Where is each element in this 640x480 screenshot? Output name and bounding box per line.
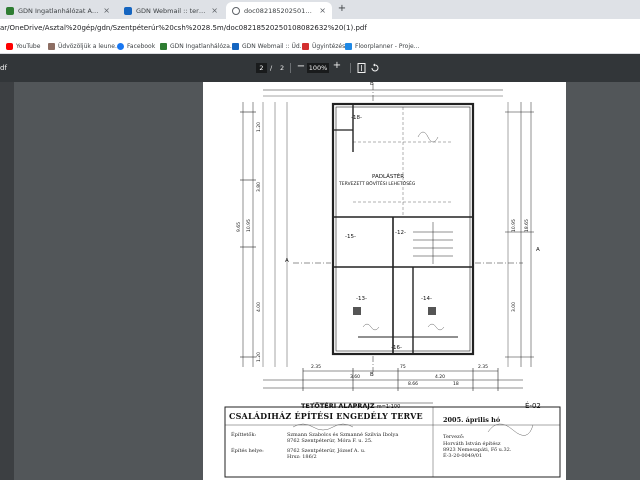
document-title: CSALÁDIHÁZ ÉPÍTÉSI ENGEDÉLY TERVE	[229, 411, 423, 421]
room-label-13: -13-	[356, 296, 367, 302]
rotate-icon[interactable]	[370, 63, 380, 73]
builder-label: Építtetők:	[231, 432, 257, 438]
toolbar-divider	[290, 63, 291, 73]
zoom-in-button[interactable]: +	[332, 60, 342, 71]
sheet-code: É-02	[525, 402, 541, 410]
close-icon[interactable]: ×	[319, 6, 326, 15]
site-value-line: Hrsz: 186/2	[287, 454, 317, 460]
designer-value: Horváth István építész 8923 Nemesapáti, …	[443, 441, 511, 459]
page-separator: /	[270, 64, 273, 72]
tab-title: doc08218520250108082632.pdf	[244, 6, 315, 15]
dim-bottom: 2.35	[311, 365, 322, 370]
bookmark-gdn-webmail[interactable]: GDN Webmail :: Üd...	[232, 41, 305, 52]
bookmark-label: GDN Ingatlanhálóza...	[170, 43, 236, 50]
site-value: 8762 Szentpéterúr, József A. u. Hrsz: 18…	[287, 448, 366, 460]
facebook-icon	[117, 43, 124, 50]
section-marker-b-top: B	[370, 82, 374, 87]
mail-favicon-icon	[232, 43, 239, 50]
tab-title: GDN Webmail :: tervrajz	[136, 6, 208, 15]
dim-bottom: 2.35	[478, 365, 489, 370]
youtube-icon	[6, 43, 13, 50]
dim-left: 1.20	[257, 351, 262, 362]
dim-bottom: 3.60	[350, 375, 361, 380]
room-label-12: -12-	[395, 230, 406, 236]
document-date: 2005. április hó	[443, 416, 501, 424]
plan-title-text: TETŐTÉRI ALAPRAJZ	[301, 402, 375, 410]
plan-title: TETŐTÉRI ALAPRAJZ m=1:100	[301, 402, 400, 410]
dim-right: 10.95	[512, 219, 517, 232]
dim-left: 4.00	[257, 301, 262, 312]
bookmark-ugyintezes[interactable]: Ügyintézés	[302, 41, 345, 52]
thumbnail-sidebar	[0, 82, 14, 480]
bookmark-label: YouTube	[16, 43, 41, 50]
tab-title: GDN Ingatlanhálózat Admin fe	[18, 6, 99, 15]
tab-gdn-webmail[interactable]: GDN Webmail :: tervrajz ×	[118, 2, 224, 19]
bookmark-floorplanner[interactable]: Floorplanner - Proje...	[345, 41, 419, 52]
dim-bottom: 75	[400, 365, 406, 370]
dim-left: 10.95	[247, 219, 252, 232]
bookmark-gdn-ingatlan[interactable]: GDN Ingatlanhálóza...	[160, 41, 236, 52]
builder-value: Szmann Szabolcs és Szmanné Szilvia Iboly…	[287, 432, 398, 444]
page-total: 2	[280, 64, 285, 72]
bookmark-label: GDN Webmail :: Üd...	[242, 43, 306, 50]
close-icon[interactable]: ×	[103, 6, 110, 15]
bookmark-label: Floorplanner - Proje...	[355, 43, 420, 50]
close-icon[interactable]: ×	[211, 6, 218, 15]
site-label: Építés helye:	[231, 448, 264, 454]
mail-favicon-icon	[124, 6, 132, 15]
site-icon	[48, 43, 55, 50]
fit-to-page-icon[interactable]	[357, 63, 366, 73]
builder-value-line: 8762 Szentpéterúr, Móra F. u. 25.	[287, 438, 373, 444]
pdf-page: PADLÁSTÉR TERVEZETT BŐVÍTÉSI LEHETŐSÉG -…	[203, 82, 566, 480]
zoom-level-input[interactable]: 100%	[307, 63, 329, 73]
globe-icon	[232, 6, 240, 15]
bookmark-udvozoljuk[interactable]: Üdvözöljük a leune...	[48, 41, 121, 52]
designer-value-line: É-3-20-0049/01	[443, 453, 483, 459]
gdn-favicon-icon	[160, 43, 167, 50]
room-label-14: -14-	[421, 296, 432, 302]
dim-bottom: 8.66	[408, 382, 419, 387]
zoom-out-button[interactable]: −	[296, 61, 306, 72]
designer-label: Tervező:	[443, 434, 465, 440]
address-bar[interactable]: ar/OneDrive/Asztal%20gép/gdn/Szentpéterú…	[0, 19, 640, 39]
gdn-favicon-icon	[6, 6, 14, 15]
bookmarks-bar: YouTube Üdvözöljük a leune... Facebook G…	[0, 39, 640, 54]
section-marker-a-right: A	[536, 247, 540, 253]
tab-gdn-admin[interactable]: GDN Ingatlanhálózat Admin fe ×	[0, 2, 116, 19]
tab-strip: GDN Ingatlanhálózat Admin fe × GDN Webma…	[0, 0, 640, 19]
dim-right: 18.65	[525, 219, 530, 232]
site-icon	[302, 43, 309, 50]
section-marker-b-bottom: B	[370, 372, 374, 378]
floorplanner-icon	[345, 43, 352, 50]
room-attic-note: TERVEZETT BŐVÍTÉSI LEHETŐSÉG	[339, 182, 416, 187]
room-label-15: -15-	[345, 234, 356, 240]
dim-bottom: 4.20	[435, 375, 446, 380]
new-tab-button[interactable]: +	[336, 3, 348, 15]
pdf-viewer[interactable]: PADLÁSTÉR TERVEZETT BŐVÍTÉSI LEHETŐSÉG -…	[0, 82, 640, 480]
bookmark-label: Üdvözöljük a leune...	[58, 43, 121, 50]
pdf-toolbar: df 2 / 2 − 100% +	[0, 54, 640, 82]
dim-left: 1.20	[257, 121, 262, 132]
dim-left: 9.65	[237, 221, 242, 232]
room-label-16: -16-	[391, 345, 402, 351]
url-text: ar/OneDrive/Asztal%20gép/gdn/Szentpéterú…	[0, 24, 367, 32]
plan-scale: m=1:100	[376, 404, 401, 410]
bookmark-youtube[interactable]: YouTube	[6, 41, 40, 52]
tab-pdf[interactable]: doc08218520250108082632.pdf ×	[226, 2, 332, 19]
bookmark-label: Facebook	[127, 43, 156, 50]
room-label-18: -18-	[351, 115, 362, 121]
pdf-file-name: df	[0, 64, 7, 72]
bookmark-facebook[interactable]: Facebook	[117, 41, 155, 52]
dim-bottom: 18	[453, 382, 459, 387]
toolbar-divider	[350, 63, 351, 73]
page-number-input[interactable]: 2	[256, 63, 267, 73]
section-marker-a-left: A	[285, 258, 289, 264]
dim-left: 3.80	[257, 181, 262, 192]
room-attic-label: PADLÁSTÉR	[372, 174, 405, 180]
dim-right: 3.00	[512, 301, 517, 312]
bookmark-label: Ügyintézés	[312, 43, 346, 50]
